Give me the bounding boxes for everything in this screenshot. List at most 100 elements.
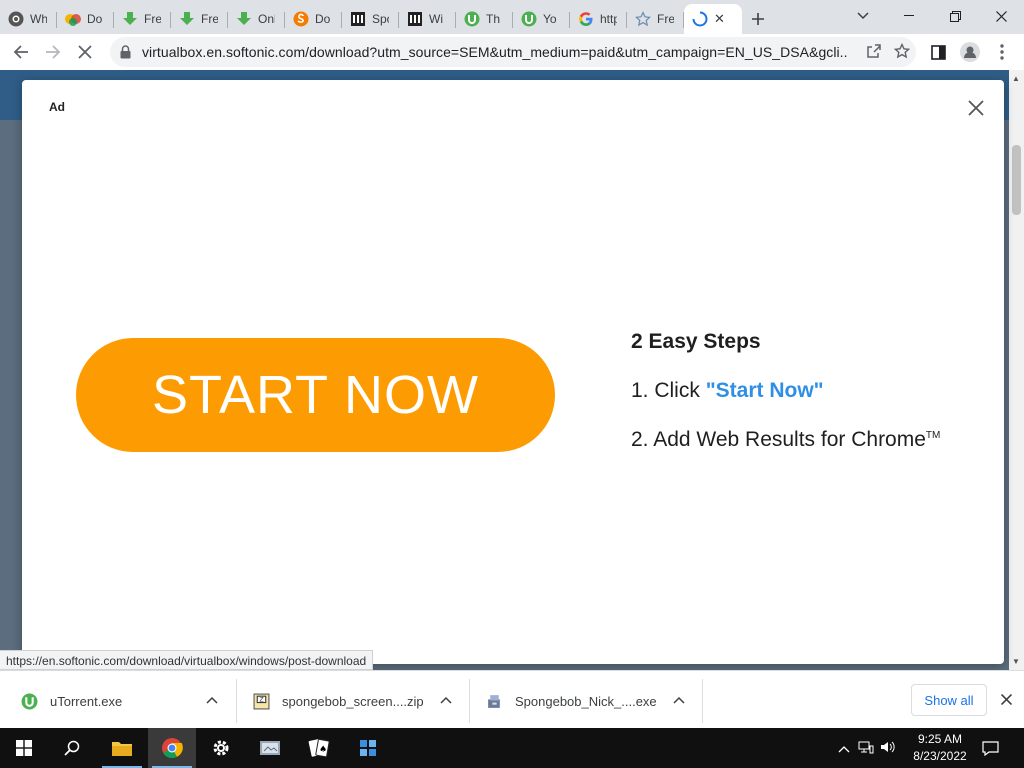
search-icon bbox=[64, 740, 80, 756]
tab-12[interactable]: Fre bbox=[627, 4, 684, 34]
show-all-button[interactable]: Show all bbox=[911, 684, 987, 716]
ad-modal: Ad START NOW 2 Easy Steps 1. Click "Star… bbox=[22, 80, 1004, 664]
minimize-button[interactable] bbox=[886, 0, 932, 32]
address-text: virtualbox.en.softonic.com/download?utm_… bbox=[142, 44, 847, 60]
close-tab-icon[interactable]: ✕ bbox=[714, 11, 725, 27]
playing-cards-icon: ♠ bbox=[308, 738, 330, 758]
system-tray bbox=[838, 728, 896, 768]
page-scrollbar[interactable]: ▲ ▼ bbox=[1009, 70, 1024, 670]
notification-icon bbox=[981, 740, 999, 756]
scroll-up-icon[interactable]: ▲ bbox=[1012, 74, 1020, 83]
installer-icon bbox=[485, 692, 503, 710]
download-item[interactable]: Z spongebob_screen....zip bbox=[252, 679, 424, 723]
tab-active[interactable]: ✕ bbox=[684, 4, 742, 34]
chevron-up-icon[interactable] bbox=[206, 693, 218, 707]
download-filename: spongebob_screen....zip bbox=[282, 693, 424, 709]
taskbar-chrome[interactable] bbox=[148, 728, 196, 768]
share-icon[interactable] bbox=[866, 43, 882, 62]
tab-8[interactable]: Wi bbox=[399, 4, 456, 34]
new-tab-button[interactable] bbox=[742, 4, 774, 34]
download-arrow-icon bbox=[122, 11, 138, 27]
folder-icon bbox=[112, 742, 132, 756]
chevron-up-icon[interactable] bbox=[440, 693, 452, 707]
chevron-up-icon[interactable] bbox=[838, 741, 850, 756]
menu-button[interactable] bbox=[986, 36, 1018, 68]
tab-2[interactable]: Do bbox=[57, 4, 114, 34]
orange-s-icon bbox=[293, 11, 309, 27]
google-icon bbox=[578, 11, 594, 27]
download-arrow-icon bbox=[179, 11, 195, 27]
tab-6[interactable]: Do bbox=[285, 4, 342, 34]
step-1-prefix: 1. Click bbox=[631, 379, 706, 402]
tab-9[interactable]: Th bbox=[456, 4, 513, 34]
taskbar-file-explorer[interactable] bbox=[98, 728, 146, 768]
close-shelf-button[interactable] bbox=[996, 689, 1016, 709]
search-button[interactable] bbox=[48, 728, 96, 768]
stop-loading-button[interactable] bbox=[69, 36, 101, 68]
minimize-icon bbox=[904, 15, 914, 16]
step-2-text: 2. Add Web Results for Chrome bbox=[631, 428, 926, 451]
step-1: 1. Click "Start Now" bbox=[631, 379, 940, 403]
taskbar-solitaire[interactable]: ♠ bbox=[295, 728, 343, 768]
network-icon[interactable] bbox=[858, 740, 874, 757]
close-icon bbox=[995, 10, 1007, 22]
tab-search-button[interactable] bbox=[840, 0, 886, 32]
clock-time: 9:25 AM bbox=[917, 732, 963, 746]
restore-icon bbox=[949, 10, 961, 22]
tab-4[interactable]: Fre bbox=[171, 4, 228, 34]
taskbar-app-2[interactable] bbox=[344, 728, 392, 768]
ad-label: Ad bbox=[49, 100, 65, 114]
utorrent-icon bbox=[20, 692, 38, 710]
tab-5[interactable]: Onl bbox=[228, 4, 285, 34]
windows-logo-icon bbox=[16, 740, 32, 756]
ad-steps: 2 Easy Steps 1. Click "Start Now" 2. Add… bbox=[631, 330, 940, 477]
trademark-mark: TM bbox=[925, 430, 941, 441]
taskbar-app-1[interactable] bbox=[246, 728, 294, 768]
chrome-icon bbox=[162, 738, 183, 759]
taskbar-settings[interactable] bbox=[197, 728, 245, 768]
tab-7[interactable]: Spo bbox=[342, 4, 399, 34]
profile-button[interactable] bbox=[954, 36, 986, 68]
address-bar[interactable]: virtualbox.en.softonic.com/download?utm_… bbox=[110, 37, 916, 67]
tab-title: Onl bbox=[258, 12, 275, 26]
plus-icon bbox=[752, 13, 764, 25]
volume-icon[interactable] bbox=[880, 740, 896, 757]
download-arrow-icon bbox=[236, 11, 252, 27]
notifications-button[interactable] bbox=[966, 728, 1014, 768]
scrollbar-thumb[interactable] bbox=[1012, 145, 1021, 215]
tab-title: Do bbox=[87, 12, 103, 26]
download-filename: Spongebob_Nick_....exe bbox=[515, 693, 657, 709]
close-icon bbox=[78, 45, 92, 59]
tab-title: Fre bbox=[201, 12, 218, 26]
avatar bbox=[960, 42, 980, 62]
windows-taskbar: ♠ 9:25 AM 8/23/2022 bbox=[0, 728, 1024, 768]
link-status-bubble: https://en.softonic.com/download/virtual… bbox=[0, 650, 374, 670]
ad-close-button[interactable] bbox=[964, 96, 988, 120]
chevron-up-icon[interactable] bbox=[673, 693, 685, 707]
tab-title: Wh bbox=[30, 12, 47, 26]
start-now-button[interactable]: START NOW bbox=[76, 338, 555, 452]
tab-title: http bbox=[600, 12, 617, 26]
bookmark-star-icon[interactable] bbox=[893, 42, 911, 62]
tab-10[interactable]: Yo bbox=[513, 4, 570, 34]
side-panel-button[interactable] bbox=[922, 36, 954, 68]
start-button[interactable] bbox=[0, 728, 48, 768]
tab-1[interactable]: Wh bbox=[0, 4, 57, 34]
scroll-down-icon[interactable]: ▼ bbox=[1012, 657, 1020, 666]
star-outline-icon bbox=[635, 11, 651, 27]
close-window-button[interactable] bbox=[978, 0, 1024, 32]
close-icon bbox=[1000, 693, 1012, 705]
back-button[interactable] bbox=[5, 36, 37, 68]
lock-icon bbox=[120, 45, 134, 59]
download-item[interactable]: uTorrent.exe bbox=[20, 679, 122, 723]
download-shelf: uTorrent.exe Z spongebob_screen....zip S… bbox=[0, 670, 1024, 728]
step-1-highlight: "Start Now" bbox=[705, 379, 824, 402]
archive-building-icon bbox=[350, 11, 366, 27]
zip-archive-icon: Z bbox=[252, 692, 270, 710]
tab-3[interactable]: Fre bbox=[114, 4, 171, 34]
download-item[interactable]: Spongebob_Nick_....exe bbox=[485, 679, 657, 723]
tab-11[interactable]: http bbox=[570, 4, 627, 34]
maximize-button[interactable] bbox=[932, 0, 978, 32]
forward-button[interactable] bbox=[37, 36, 69, 68]
clock[interactable]: 9:25 AM 8/23/2022 bbox=[905, 731, 975, 765]
